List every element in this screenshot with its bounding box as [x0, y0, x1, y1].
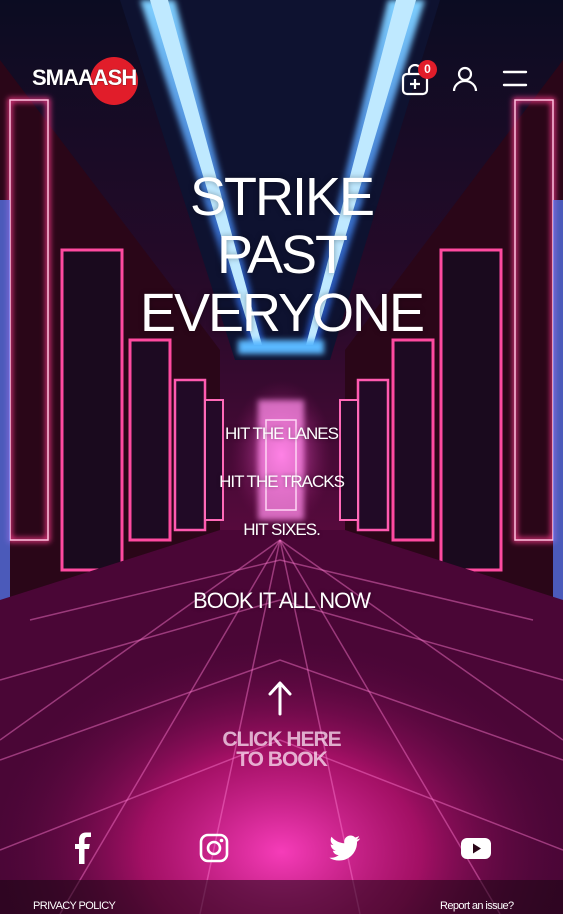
hero-headline: STRIKE PAST EVERYONE [0, 168, 563, 342]
top-bar: SMAAASH 0 [0, 0, 563, 160]
headline-line: PAST [216, 225, 348, 285]
book-all-headline: BOOK IT ALL NOW [193, 588, 371, 613]
user-account-icon[interactable] [452, 66, 478, 92]
youtube-icon[interactable] [460, 832, 492, 864]
tagline-lanes: HIT THE LANES [225, 424, 339, 443]
facebook-icon[interactable] [68, 832, 100, 864]
cart-count-badge: 0 [418, 60, 437, 79]
brand-logo[interactable]: SMAAASH [30, 56, 142, 105]
privacy-policy-link[interactable]: PRIVACY POLICY [33, 900, 116, 912]
instagram-icon[interactable] [198, 832, 230, 864]
headline-line: STRIKE [189, 167, 375, 227]
book-link-line: TO BOOK [236, 748, 328, 771]
tagline-tracks: HIT THE TRACKS [219, 472, 345, 491]
book-link-line: CLICK HERE [222, 728, 341, 751]
report-issue-link[interactable]: Report an issue? [440, 900, 514, 912]
headline-line: EVERYONE [139, 283, 425, 343]
tagline-sixes: HIT SIXES. [243, 520, 321, 539]
click-here-to-book-button[interactable]: CLICK HERE TO BOOK [0, 728, 563, 771]
twitter-icon[interactable] [329, 832, 361, 864]
hamburger-menu-icon[interactable] [502, 68, 528, 90]
page: SMAAASH 0 STRIKE PAST EVERYONE HIT THE L… [0, 0, 563, 914]
arrow-up-icon [268, 681, 292, 716]
logo-text: SMAAASH [32, 65, 137, 90]
